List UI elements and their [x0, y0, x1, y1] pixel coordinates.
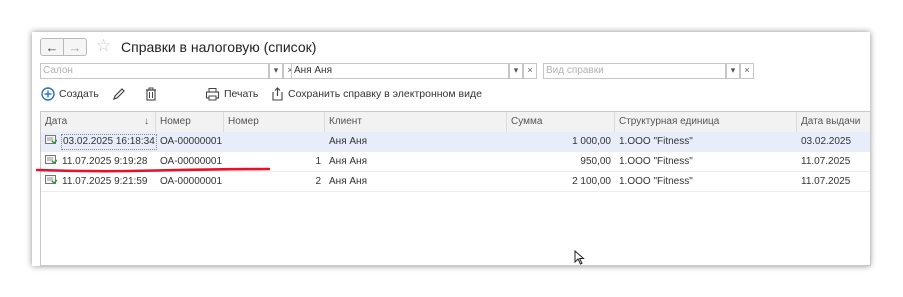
create-button[interactable]: Создать [41, 87, 99, 101]
row-date: 03.02.2025 16:18:34 [61, 134, 157, 150]
row-sum: 1 000,00 [572, 136, 611, 147]
close-icon: × [744, 65, 750, 75]
column-header-unit[interactable]: Структурная единица [615, 112, 797, 132]
column-header-sum[interactable]: Сумма [507, 112, 615, 132]
edit-button[interactable] [112, 87, 126, 101]
doc-type-filter-input[interactable]: Вид справки [543, 63, 726, 79]
row-unit: 1.ООО "Fitness" [619, 136, 693, 147]
pencil-icon [113, 88, 125, 100]
document-icon [45, 155, 57, 164]
row-issue-date: 03.02.2025 [801, 136, 852, 147]
cell-date: 11.07.2025 9:21:59 [41, 172, 156, 192]
table-header: Дата ↓ Номер Номер корректировки Клиент … [41, 112, 870, 147]
star-icon[interactable]: ☆ [96, 36, 111, 56]
create-button-label: Создать [59, 88, 99, 100]
column-header-issue-date[interactable]: Дата выдачи [797, 112, 870, 132]
forward-button[interactable]: → [63, 38, 87, 56]
row-client: Аня Аня [329, 176, 367, 187]
chevron-down-icon: ▾ [513, 65, 519, 75]
client-clear-button[interactable]: × [523, 63, 537, 79]
row-client: Аня Аня [329, 136, 367, 147]
print-button-label: Печать [224, 88, 259, 100]
row-number: ОА-00000001 [160, 136, 223, 147]
trash-icon [146, 87, 156, 101]
export-icon [272, 87, 283, 101]
mouse-cursor-icon [574, 250, 585, 265]
cell-date: 03.02.2025 16:18:34 [41, 132, 157, 152]
filter-bar: Салон ▾ × Аня Аня ▾ × Вид справки ▾ × [32, 63, 870, 81]
row-issue-date: 11.07.2025 [801, 176, 851, 187]
document-icon [45, 175, 57, 184]
close-icon: × [527, 65, 533, 75]
doc-type-dropdown-button[interactable]: ▾ [726, 63, 740, 79]
column-header-date-label: Дата [45, 116, 68, 127]
page-title: Справки в налоговую (список) [121, 39, 317, 55]
documents-table[interactable]: Дата ↓ Номер Номер корректировки Клиент … [40, 111, 871, 266]
table-row[interactable]: 03.02.2025 16:18:34 ОА-00000001 Аня Аня … [41, 132, 870, 152]
print-button[interactable]: Печать [205, 87, 258, 101]
salon-dropdown-button[interactable]: ▾ [269, 63, 283, 79]
plus-circle-icon [41, 87, 55, 101]
chevron-down-icon: ▾ [730, 65, 736, 75]
red-underline-annotation [36, 167, 270, 173]
doc-type-clear-button[interactable]: × [740, 63, 754, 79]
client-dropdown-button[interactable]: ▾ [509, 63, 523, 79]
salon-filter-input[interactable]: Салон [40, 63, 269, 79]
arrow-right-icon: → [68, 39, 82, 55]
row-unit: 1.ООО "Fitness" [619, 176, 693, 187]
back-button[interactable]: ← [40, 38, 64, 56]
sort-desc-icon: ↓ [144, 116, 149, 127]
row-number: ОА-00000001 [160, 176, 223, 187]
chevron-down-icon: ▾ [273, 65, 279, 75]
client-filter-input[interactable]: Аня Аня [291, 63, 509, 79]
document-icon [45, 135, 57, 144]
column-header-correction[interactable]: Номер корректировки [224, 112, 325, 147]
row-correction: 2 [315, 176, 321, 187]
row-issue-date: 11.07.2025 [801, 156, 851, 167]
save-electronic-button[interactable]: Сохранить справку в электронном виде [271, 87, 482, 101]
column-header-number[interactable]: Номер [156, 112, 224, 132]
row-correction [224, 132, 325, 152]
table-row[interactable]: 11.07.2025 9:21:59 ОА-00000001 2 Аня Аня… [41, 172, 870, 192]
delete-button[interactable] [145, 87, 157, 101]
row-client: Аня Аня [329, 156, 367, 167]
column-header-date[interactable]: Дата ↓ [41, 112, 156, 132]
title-bar: ← → ☆ Справки в налоговую (список) [32, 32, 870, 62]
row-sum: 2 100,00 [572, 176, 611, 187]
column-header-client[interactable]: Клиент [325, 112, 507, 132]
arrow-left-icon: ← [45, 39, 59, 55]
command-bar: Создать Печать Сохранить справку в элект… [32, 85, 870, 107]
row-date: 11.07.2025 9:21:59 [62, 176, 148, 187]
save-electronic-label: Сохранить справку в электронном виде [288, 88, 482, 100]
document-list-window: ← → ☆ Справки в налоговую (список) Салон… [32, 32, 871, 266]
row-unit: 1.ООО "Fitness" [619, 156, 693, 167]
row-sum: 950,00 [580, 156, 611, 167]
printer-icon [205, 88, 220, 101]
